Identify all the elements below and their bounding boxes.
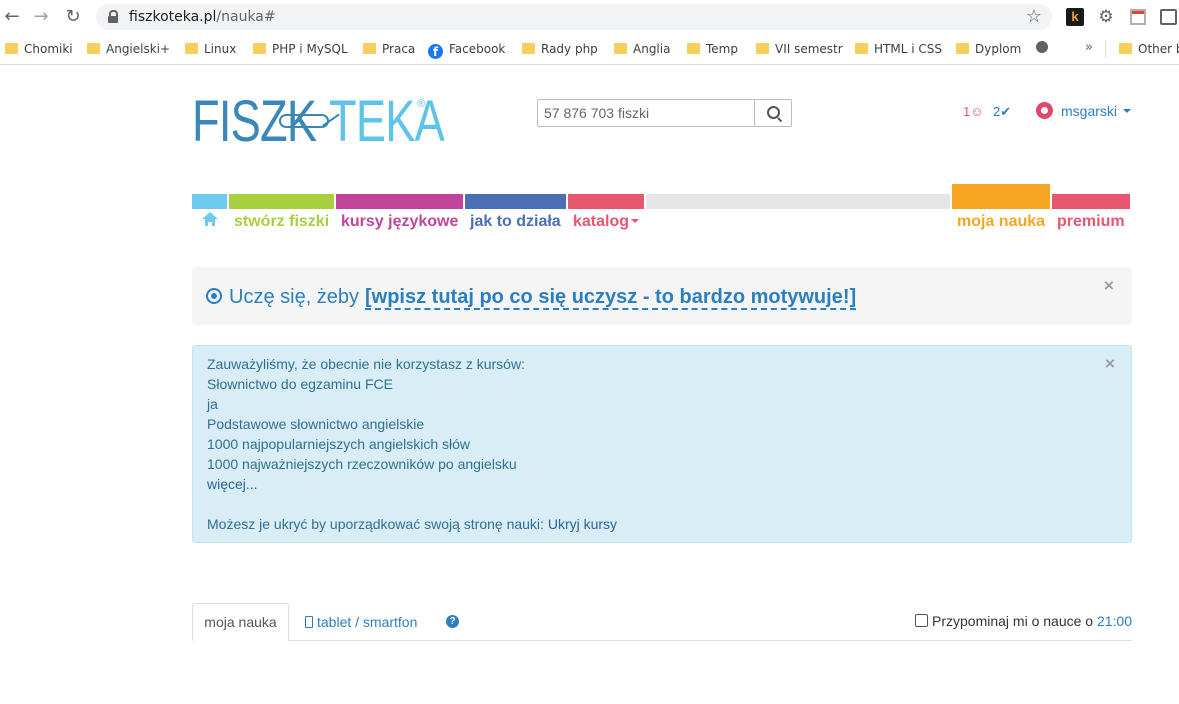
motivation-panel: Uczę się, żeby [wpisz tutaj po co się uc… bbox=[192, 267, 1132, 325]
username: msgarski bbox=[1061, 103, 1118, 119]
bookmark-folder[interactable]: PHP i MySQL bbox=[253, 41, 348, 57]
alert-course: Podstawowe słownictwo angielskie bbox=[207, 416, 425, 432]
notification-checks[interactable]: 2✔ bbox=[993, 104, 1011, 120]
folder-icon bbox=[855, 43, 868, 54]
nav-bar-spacer bbox=[646, 194, 950, 209]
help-icon[interactable]: ? bbox=[446, 615, 459, 628]
search-button[interactable] bbox=[754, 100, 791, 126]
folder-icon bbox=[1119, 43, 1132, 54]
bookmark-folder[interactable]: VII semestr bbox=[756, 41, 843, 57]
folder-icon bbox=[956, 43, 969, 54]
alert-course: 1000 najpopularniejszych angielskich słó… bbox=[207, 436, 471, 452]
home-icon[interactable] bbox=[202, 212, 218, 227]
reminder-checkbox[interactable] bbox=[915, 614, 928, 627]
bookmark-folder[interactable]: Linux bbox=[185, 41, 236, 57]
bookmark-star-icon[interactable]: ☆ bbox=[1026, 6, 1042, 27]
search-icon bbox=[767, 106, 780, 119]
caret-down-icon bbox=[1123, 109, 1132, 113]
close-icon[interactable]: × bbox=[1104, 277, 1114, 294]
extension-calendar-icon[interactable] bbox=[1130, 9, 1146, 25]
bookmarks-bar: Chomiki Angielski+ Linux PHP i MySQL Pra… bbox=[0, 34, 1179, 65]
alert-intro: Zauważyliśmy, że obecnie nie korzystasz … bbox=[207, 356, 525, 372]
bookmark-folder[interactable]: Temp bbox=[687, 41, 738, 57]
alert-course: Słownictwo do egzaminu FCE bbox=[207, 376, 393, 392]
reminder-time-link[interactable]: 21:00 bbox=[1097, 613, 1132, 629]
folder-icon bbox=[185, 43, 198, 54]
browser-toolbar: ← → ↻ fiszkoteka.pl/nauka# ☆ k ⚙ bbox=[0, 0, 1179, 34]
alert-course: 1000 najważniejszych rzeczowników po ang… bbox=[207, 456, 517, 472]
nav-premium[interactable]: premium bbox=[1057, 213, 1125, 231]
extension-screen-icon[interactable] bbox=[1160, 9, 1177, 25]
tab-tablet-label: tablet / smartfon bbox=[317, 614, 418, 630]
address-bar[interactable]: fiszkoteka.pl/nauka# ☆ bbox=[96, 4, 1052, 30]
back-arrow-icon[interactable]: ← bbox=[2, 7, 22, 27]
reminder-option: Przypominaj mi o nauce o 21:00 bbox=[915, 612, 1132, 630]
extension-gear-icon[interactable]: ⚙ bbox=[1097, 8, 1115, 26]
bookmark-facebook[interactable]: f Facebook bbox=[428, 41, 505, 59]
folder-icon bbox=[614, 43, 627, 54]
caret-down-icon bbox=[631, 219, 640, 223]
user-menu[interactable]: msgarski bbox=[1036, 101, 1132, 121]
folder-icon bbox=[5, 43, 18, 54]
nav-bar-create bbox=[229, 194, 334, 209]
more-bookmarks-icon[interactable]: » bbox=[1085, 40, 1093, 55]
nav-my-learning[interactable]: moja nauka bbox=[957, 213, 1045, 231]
bookmark-folder[interactable]: Angielski+ bbox=[87, 41, 170, 57]
logo-registered-mark: ® bbox=[417, 98, 426, 110]
folder-icon bbox=[253, 43, 266, 54]
folder-icon bbox=[522, 43, 535, 54]
folder-icon bbox=[363, 43, 376, 54]
nav-bar-catalog bbox=[568, 194, 644, 209]
reload-icon[interactable]: ↻ bbox=[63, 7, 83, 27]
alert-hide-line: Możesz je ukryć by uporządkować swoją st… bbox=[207, 515, 617, 533]
folder-icon bbox=[756, 43, 769, 54]
nav-bar-how bbox=[465, 194, 566, 209]
logo-text-right: TEKA bbox=[329, 89, 445, 154]
bookmark-folder[interactable]: Rady php bbox=[522, 41, 598, 57]
bookmark-folder[interactable]: Chomiki bbox=[5, 41, 73, 57]
avatar-icon bbox=[1036, 102, 1053, 119]
nav-language-courses[interactable]: kursy językowe bbox=[341, 213, 458, 231]
target-icon bbox=[206, 288, 222, 304]
url-text[interactable]: fiszkoteka.pl/nauka# bbox=[129, 9, 276, 25]
nav-create-flashcards[interactable]: stwórz fiszki bbox=[234, 213, 329, 231]
folder-icon bbox=[687, 43, 700, 54]
lock-icon[interactable] bbox=[108, 10, 118, 23]
nav-bar-home bbox=[192, 194, 227, 209]
alert-course: ja bbox=[207, 396, 218, 412]
nav-bar-my-learning bbox=[952, 184, 1050, 209]
notification-smiles[interactable]: 1☺ bbox=[963, 104, 984, 120]
folder-icon bbox=[87, 43, 100, 54]
search-box bbox=[537, 99, 792, 127]
extension-k-icon[interactable]: k bbox=[1066, 8, 1084, 26]
globe-icon[interactable] bbox=[1036, 41, 1048, 53]
bookmark-folder[interactable]: HTML i CSS bbox=[855, 41, 942, 57]
bookmark-folder[interactable]: Anglia bbox=[614, 41, 670, 57]
forward-arrow-icon[interactable]: → bbox=[31, 7, 51, 27]
bookmark-folder[interactable]: Dyplom bbox=[956, 41, 1021, 57]
nav-catalog-label: katalog bbox=[573, 213, 630, 230]
reminder-label: Przypominaj mi o nauce o bbox=[932, 613, 1094, 629]
close-icon[interactable]: × bbox=[1105, 355, 1115, 372]
nav-how-it-works[interactable]: jak to działa bbox=[470, 213, 561, 231]
nav-bar-courses bbox=[336, 194, 463, 209]
nav-catalog[interactable]: katalog bbox=[573, 213, 640, 231]
tablet-icon bbox=[305, 616, 313, 628]
motivation-edit-link[interactable]: [wpisz tutaj po co się uczysz - to bardz… bbox=[365, 286, 857, 310]
bookmarks-separator bbox=[1105, 40, 1106, 58]
alert-hide-text: Możesz je ukryć by uporządkować swoją st… bbox=[207, 516, 544, 532]
bookmark-other[interactable]: Other b bbox=[1119, 41, 1179, 57]
alert-more-link[interactable]: więcej... bbox=[207, 475, 258, 493]
logo-clip-icon bbox=[279, 114, 329, 128]
hide-courses-link[interactable]: Ukryj kursy bbox=[548, 516, 617, 532]
motivation-prefix: Uczę się, żeby bbox=[229, 286, 360, 308]
unused-courses-alert: × Zauważyliśmy, że obecnie nie korzystas… bbox=[192, 345, 1132, 543]
nav-bar-premium bbox=[1052, 194, 1130, 209]
tab-my-learning[interactable]: moja nauka bbox=[192, 603, 289, 641]
bookmark-folder[interactable]: Praca bbox=[363, 41, 415, 57]
tab-tablet-smartphone[interactable]: tablet / smartfon bbox=[305, 613, 417, 631]
facebook-icon: f bbox=[428, 44, 443, 59]
tabs-divider bbox=[192, 640, 1132, 641]
search-input[interactable] bbox=[538, 100, 761, 126]
